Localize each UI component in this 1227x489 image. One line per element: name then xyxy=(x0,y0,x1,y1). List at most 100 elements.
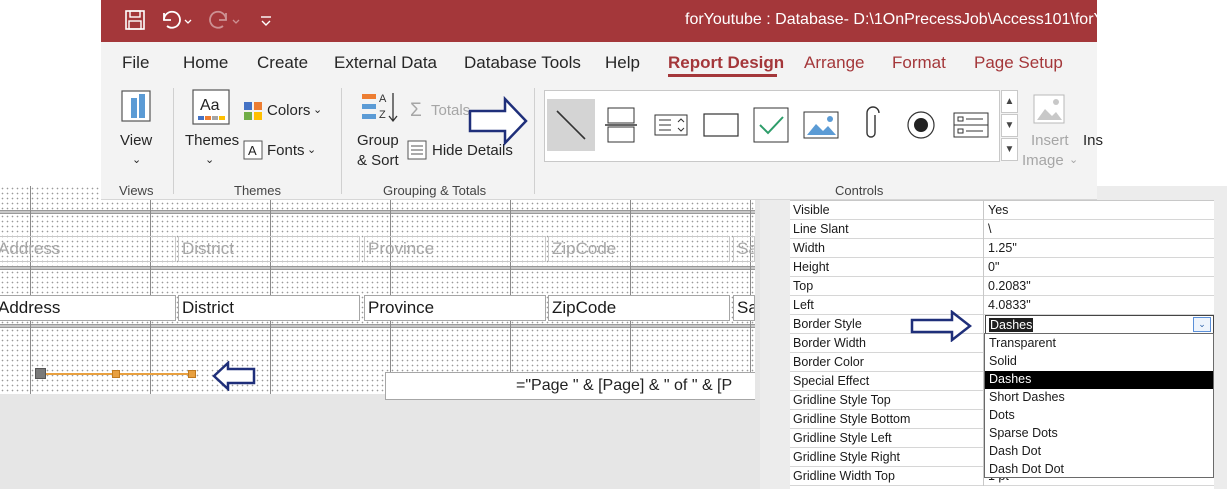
dropdown-option[interactable]: Sparse Dots xyxy=(985,425,1213,443)
combo-box-button[interactable] xyxy=(647,99,695,151)
property-name: Gridline Width Top xyxy=(790,467,984,486)
dropdown-option[interactable]: Dash Dot xyxy=(985,443,1213,461)
view-icon xyxy=(121,90,151,122)
page-break-icon xyxy=(605,107,637,143)
textbox-zipcode[interactable]: ZipCode xyxy=(548,295,730,321)
svg-text:A: A xyxy=(248,143,257,158)
tab-format[interactable]: Format xyxy=(892,53,946,73)
option-button-button[interactable] xyxy=(897,99,945,151)
save-icon[interactable] xyxy=(124,9,146,37)
resize-handle[interactable] xyxy=(188,370,196,378)
colors-label: Colors xyxy=(267,102,311,119)
property-name: Gridline Style Left xyxy=(790,429,984,448)
group-separator xyxy=(534,88,535,194)
property-value[interactable]: \ xyxy=(985,220,1214,239)
tab-create[interactable]: Create xyxy=(257,53,308,73)
property-row[interactable]: Visible Yes xyxy=(790,201,1214,220)
property-row[interactable]: Left 4.0833" xyxy=(790,296,1214,315)
tab-help[interactable]: Help xyxy=(605,53,640,73)
dropdown-option[interactable]: Dashes xyxy=(985,371,1213,389)
property-value[interactable]: 1.25" xyxy=(985,239,1214,258)
group-label-views: Views xyxy=(119,183,154,198)
group-separator xyxy=(173,88,174,194)
tab-arrange[interactable]: Arrange xyxy=(804,53,864,73)
label-district[interactable]: District xyxy=(178,236,360,262)
group-sort-label-line2: & Sort xyxy=(357,152,399,169)
dropdown-option[interactable]: Dash Dot Dot xyxy=(985,461,1213,479)
textbox-address[interactable]: Address xyxy=(0,295,176,321)
property-row[interactable]: Border Style Dashes ⌄ xyxy=(790,315,1214,334)
property-name: Line Slant xyxy=(790,220,984,239)
textbox-salary[interactable]: Sal xyxy=(733,295,755,321)
label-province[interactable]: Province xyxy=(364,236,546,262)
check-box-button[interactable] xyxy=(747,99,795,151)
tab-database-tools[interactable]: Database Tools xyxy=(464,53,581,73)
dropdown-option[interactable]: Solid xyxy=(985,353,1213,371)
svg-text:Z: Z xyxy=(379,109,386,121)
view-label: View xyxy=(120,132,153,149)
dropdown-toggle-button[interactable]: ⌄ xyxy=(1193,317,1211,332)
sigma-icon: Σ xyxy=(410,100,422,121)
undo-icon[interactable] xyxy=(159,9,193,37)
property-row[interactable]: Width 1.25" xyxy=(790,239,1214,258)
tab-external-data[interactable]: External Data xyxy=(334,53,437,73)
textbox-district[interactable]: District xyxy=(178,295,360,321)
property-name: Height xyxy=(790,258,984,277)
list-box-button[interactable] xyxy=(947,99,995,151)
image-button[interactable] xyxy=(797,99,845,151)
property-name: Visible xyxy=(790,201,984,220)
customize-qat-icon[interactable] xyxy=(259,9,273,37)
property-value[interactable]: Dashes ⌄ xyxy=(985,315,1214,334)
insert-image-label-line2: Image xyxy=(1022,152,1064,169)
insert-image-icon xyxy=(1033,94,1065,124)
resize-handle[interactable] xyxy=(112,370,120,378)
image-icon xyxy=(803,111,839,139)
attachment-button[interactable] xyxy=(847,99,895,151)
tab-file[interactable]: File xyxy=(122,53,149,73)
property-row[interactable]: Height 0" xyxy=(790,258,1214,277)
move-handle[interactable] xyxy=(35,368,46,379)
grid-ruler-line xyxy=(30,186,31,394)
property-value[interactable]: 0.2083" xyxy=(985,277,1214,296)
property-name: Special Effect xyxy=(790,372,984,391)
tab-home[interactable]: Home xyxy=(183,53,228,73)
label-zipcode[interactable]: ZipCode xyxy=(548,236,730,262)
property-value[interactable]: 0" xyxy=(985,258,1214,277)
grid-ruler-line xyxy=(150,186,151,394)
ribbon: forYoutube : Database- D:\1OnPrecessJob\… xyxy=(101,0,1134,200)
annotation-arrow-right-icon xyxy=(468,96,528,146)
textbox-province[interactable]: Province xyxy=(364,295,546,321)
svg-text:A: A xyxy=(379,93,387,105)
grid-ruler-line xyxy=(270,186,271,394)
truncated-ribbon-label[interactable]: Ins xyxy=(1083,132,1103,149)
property-value[interactable]: 4.0833" xyxy=(985,296,1214,315)
grid-ruler-line xyxy=(390,186,391,394)
property-row[interactable]: Top 0.2083" xyxy=(790,277,1214,296)
dropdown-option[interactable]: Transparent xyxy=(985,335,1213,353)
tab-report-design[interactable]: Report Design xyxy=(668,53,784,73)
rectangle-icon xyxy=(703,113,739,137)
property-name: Border Color xyxy=(790,353,984,372)
ribbon-tabs: File Home Create External Data Database … xyxy=(101,42,1097,82)
controls-gallery xyxy=(544,90,1000,162)
border-style-dropdown: Transparent Solid Dashes Short Dashes Dots Sp… xyxy=(984,333,1214,478)
annotation-arrow-right-icon xyxy=(910,310,972,342)
label-salary[interactable]: Sal xyxy=(733,236,755,262)
redo-icon[interactable] xyxy=(207,9,241,37)
dropdown-option[interactable]: Dots xyxy=(985,407,1213,425)
property-value[interactable]: Yes xyxy=(985,201,1214,220)
label-address[interactable]: Address xyxy=(0,236,176,262)
page-number-textbox[interactable]: ="Page " & [Page] & " of " & [P xyxy=(385,372,755,400)
page-break-button[interactable] xyxy=(597,99,645,151)
line-control-button[interactable] xyxy=(547,99,595,151)
title-bar: forYoutube : Database- D:\1OnPrecessJob\… xyxy=(101,0,1134,42)
tab-page-setup[interactable]: Page Setup xyxy=(974,53,1063,73)
dropdown-option[interactable]: Short Dashes xyxy=(985,389,1213,407)
property-row[interactable]: Line Slant \ xyxy=(790,220,1214,239)
gallery-scroll-up-button[interactable]: ▲ xyxy=(1001,90,1018,113)
rectangle-button[interactable] xyxy=(697,99,745,151)
property-name: Gridline Style Bottom xyxy=(790,410,984,429)
group-label-grouping-totals: Grouping & Totals xyxy=(383,183,487,198)
gallery-more-button[interactable]: ▼ xyxy=(1001,138,1018,161)
gallery-scroll-down-button[interactable]: ▼ xyxy=(1001,114,1018,137)
